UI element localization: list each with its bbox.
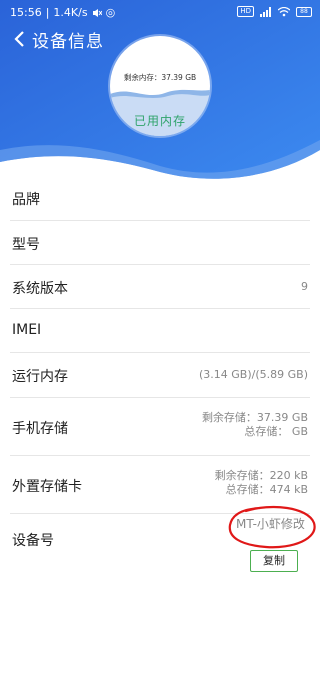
row-value: 剩余存储：37.39 GB 总存储： GB xyxy=(202,411,308,439)
row-label: 外置存储卡 xyxy=(12,479,82,495)
row-phone-storage: 手机存储 剩余存储：37.39 GB 总存储： GB xyxy=(10,398,310,456)
row-label: 手机存储 xyxy=(12,421,68,437)
used-memory-label: 已用内存 xyxy=(133,114,186,128)
total-storage: 总存储： GB xyxy=(244,425,308,438)
annotation-circle xyxy=(228,505,316,549)
remaining-sd-storage: 剩余存储：220 kB xyxy=(214,469,308,482)
battery-icon: 88 xyxy=(296,6,312,17)
row-ram: 运行内存 (3.14 GB)/(5.89 GB) xyxy=(10,353,310,398)
memory-gauge: 剩余内存：37.39 GB 已用内存 xyxy=(110,36,210,136)
row-value: 剩余存储：220 kB 总存储：474 kB xyxy=(215,469,308,497)
chevron-left-icon xyxy=(14,31,24,47)
row-value: 9 xyxy=(301,280,308,293)
hd-badge: HD xyxy=(237,6,254,17)
copy-button[interactable]: 复制 xyxy=(250,550,298,572)
network-speed: 1.4K/s xyxy=(53,6,88,19)
row-label: 系统版本 xyxy=(12,281,68,297)
row-label: 设备号 xyxy=(12,533,54,549)
signal-icon xyxy=(260,6,271,17)
row-value: (3.14 GB)/(5.89 GB) xyxy=(199,368,308,381)
eye-icon: ◎ xyxy=(105,6,116,19)
row-os-version: 系统版本 9 xyxy=(10,265,310,309)
status-bar: 15:56 | 1.4K/s ◎ HD 88 xyxy=(0,0,320,26)
remaining-memory-text: 剩余内存：37.39 GB xyxy=(123,73,197,82)
mute-icon xyxy=(92,8,102,17)
row-brand: 品牌 xyxy=(10,176,310,221)
row-label: 品牌 xyxy=(12,192,40,208)
row-label: 型号 xyxy=(12,237,40,253)
page-title: 设备信息 xyxy=(32,31,104,52)
row-model: 型号 xyxy=(10,221,310,265)
wifi-icon xyxy=(278,6,290,16)
row-imei: IMEI xyxy=(10,309,310,353)
remaining-storage: 剩余存储：37.39 GB xyxy=(201,411,308,424)
total-sd-storage: 总存储：474 kB xyxy=(225,483,308,496)
status-time: 15:56 xyxy=(10,6,42,19)
title-bar: 设备信息 xyxy=(10,24,104,54)
back-button[interactable] xyxy=(10,27,28,51)
row-label: IMEI xyxy=(12,322,42,338)
row-label: 运行内存 xyxy=(12,369,68,385)
